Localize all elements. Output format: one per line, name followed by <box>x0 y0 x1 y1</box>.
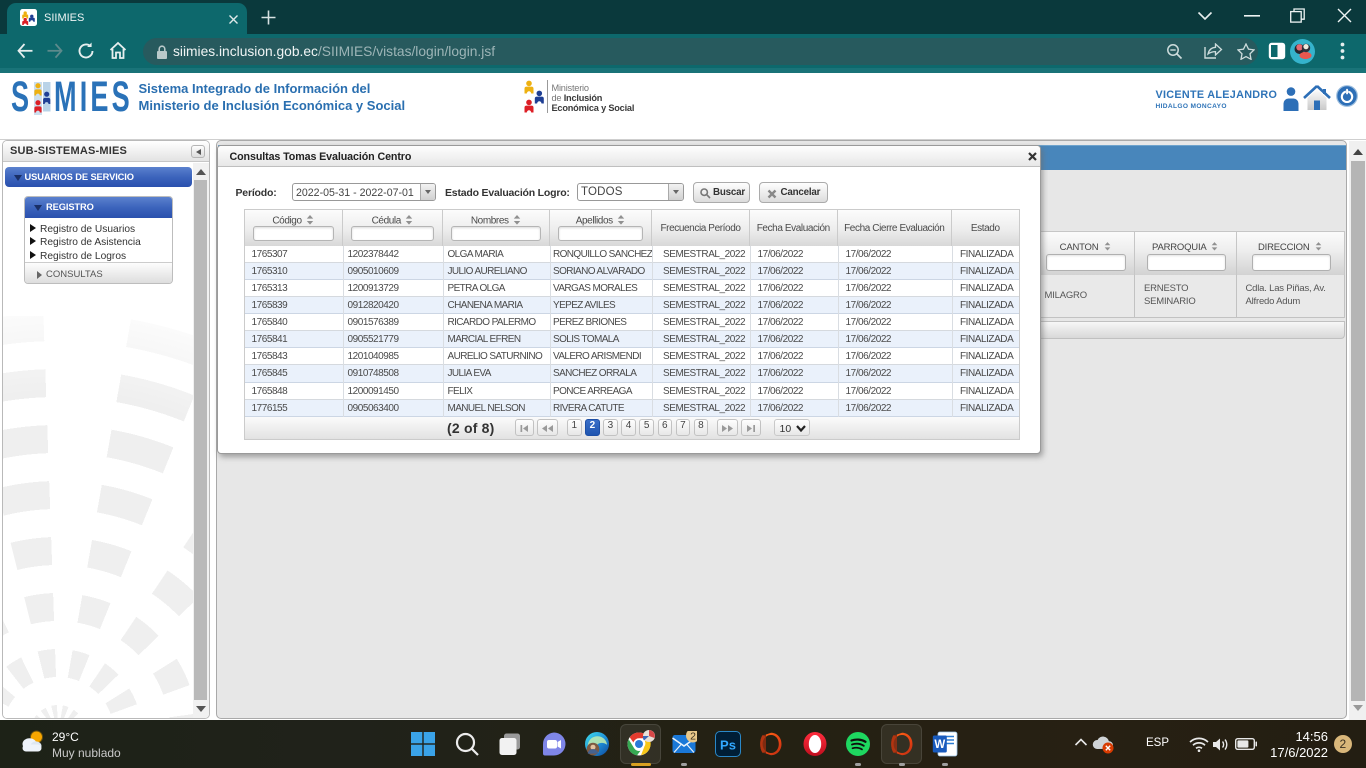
svg-text:2: 2 <box>690 731 696 743</box>
svg-text:Ps: Ps <box>720 738 736 753</box>
svg-text:W: W <box>934 739 945 751</box>
